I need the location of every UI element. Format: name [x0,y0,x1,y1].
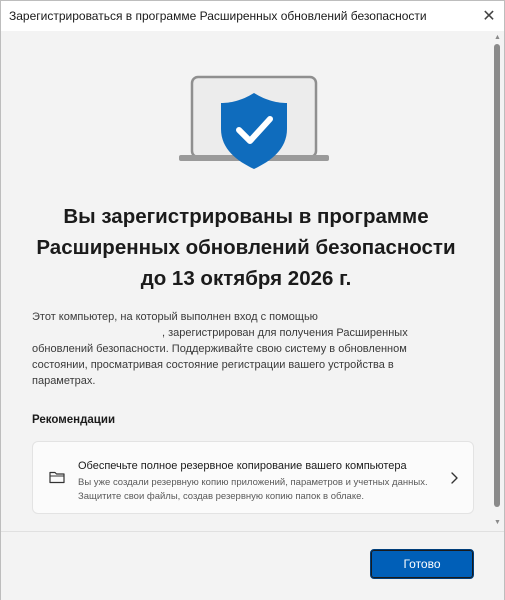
description-text: Этот компьютер, на который выполнен вход… [32,309,452,389]
dialog-footer: Готово [1,531,504,600]
scroll-down-arrow[interactable]: ▼ [493,518,502,527]
folder-icon [49,471,65,484]
done-button[interactable]: Готово [370,549,474,579]
recommendation-title: Обеспечьте полное резервное копирование … [78,460,407,472]
vertical-scrollbar[interactable]: ▲ ▼ [491,31,504,531]
scroll-up-arrow[interactable]: ▲ [493,33,502,42]
laptop-shield-check-icon [179,75,329,169]
recommendation-description: Вы уже создали резервную копию приложени… [78,477,428,502]
scroll-thumb[interactable] [494,44,500,507]
description-part-1: Этот компьютер, на который выполнен вход… [32,311,318,323]
dialog-content: Вы зарегистрированы в программе Расширен… [1,31,490,531]
page-title: Вы зарегистрированы в программе Расширен… [36,205,456,290]
recommendations-heading: Рекомендации [32,414,116,426]
dialog-window: Зарегистрироваться в программе Расширенн… [0,0,505,600]
close-button[interactable]: ✕ [474,1,504,31]
description-part-2: , зарегистрирован для получения Расширен… [32,327,408,387]
chevron-right-icon [451,472,458,484]
window-title: Зарегистрироваться в программе Расширенн… [9,9,427,23]
recommendation-card-backup[interactable]: Обеспечьте полное резервное копирование … [32,441,474,514]
title-bar: Зарегистрироваться в программе Расширенн… [1,1,504,31]
